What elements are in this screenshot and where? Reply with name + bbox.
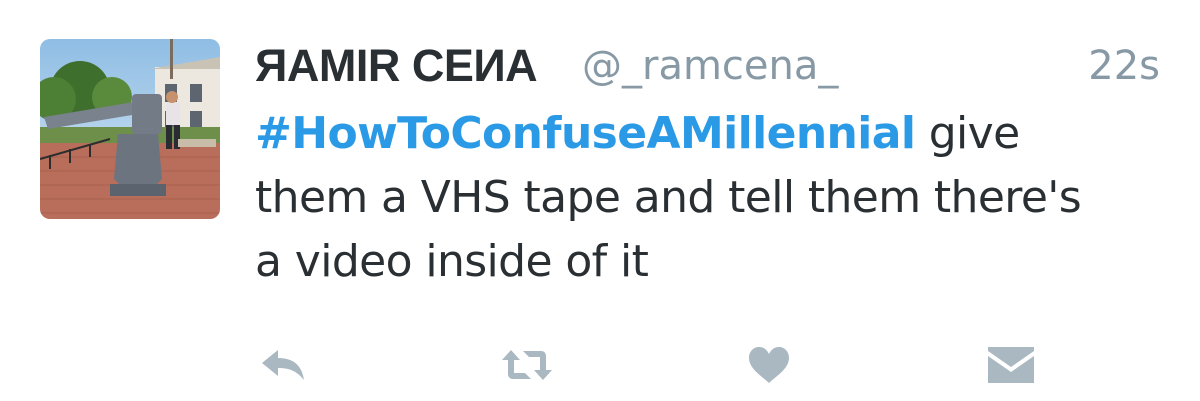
retweet-icon bbox=[502, 350, 552, 380]
author-display-name[interactable]: ЯAMIR CEИA bbox=[255, 36, 538, 96]
direct-message-button[interactable] bbox=[984, 340, 1038, 390]
tweet-text-line-1: #HowToConfuseAMillennial give bbox=[255, 102, 1155, 166]
tweet-text-segment: give bbox=[915, 108, 1020, 159]
heart-icon bbox=[749, 347, 789, 383]
reply-icon bbox=[262, 350, 304, 380]
author-handle[interactable]: @_ramcena_ bbox=[582, 36, 838, 96]
tweet-text: #HowToConfuseAMillennial give them a VHS… bbox=[255, 102, 1155, 294]
reply-button[interactable] bbox=[256, 340, 310, 390]
tweet-text-line-2: them a VHS tape and tell them there's bbox=[255, 172, 1082, 223]
tweet-card[interactable]: ЯAMIR CEИA @_ramcena_ 22s #HowToConfuseA… bbox=[0, 0, 1200, 401]
tweet-header: ЯAMIR CEИA @_ramcena_ 22s bbox=[255, 36, 1160, 96]
retweet-button[interactable] bbox=[500, 340, 554, 390]
tweet-actions bbox=[0, 340, 1200, 390]
tweet-text-line-3: a video inside of it bbox=[255, 236, 649, 287]
timestamp[interactable]: 22s bbox=[1088, 36, 1160, 96]
like-button[interactable] bbox=[742, 340, 796, 390]
direct-message-icon bbox=[988, 347, 1034, 383]
avatar[interactable] bbox=[40, 39, 220, 219]
hashtag-link[interactable]: #HowToConfuseAMillennial bbox=[255, 108, 916, 159]
avatar-photo bbox=[40, 39, 220, 219]
